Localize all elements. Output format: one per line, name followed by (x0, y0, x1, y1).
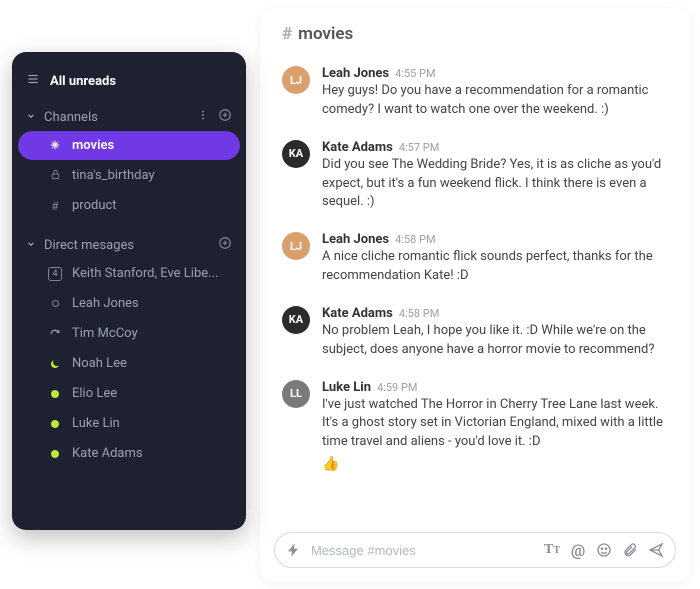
message: LL Luke Lin 4:59 PM I've just watched The H… (282, 374, 668, 487)
message-author[interactable]: Leah Jones (322, 66, 389, 81)
message-time: 4:59 PM (377, 381, 417, 394)
message-author[interactable]: Leah Jones (322, 232, 389, 247)
channel-title: movies (298, 24, 353, 44)
mention-icon[interactable]: @ (569, 541, 587, 559)
attach-icon[interactable] (621, 541, 639, 559)
dm-item[interactable]: Leah Jones (18, 289, 240, 318)
dm-label: Luke Lin (72, 416, 120, 431)
composer[interactable]: TT @ (274, 532, 676, 568)
avatar[interactable]: KA (282, 306, 310, 334)
channel-item-tina-s-birthday[interactable]: tina's_birthday (18, 161, 240, 190)
all-unreads-row[interactable]: All unreads (12, 66, 246, 100)
reaction-thumbs-up[interactable]: 👍 (322, 456, 668, 472)
dm-item[interactable]: Tim McCoy (18, 319, 240, 348)
message: KA Kate Adams 4:57 PM Did you see The Weddi… (282, 134, 668, 227)
list-icon (26, 72, 40, 90)
chat-panel: # movies LJ Leah Jones 4:55 PM Hey guys! Do … (260, 8, 690, 582)
avatar[interactable]: LL (282, 380, 310, 408)
channels-more-icon[interactable] (196, 109, 210, 125)
dm-item[interactable]: Luke Lin (18, 409, 240, 438)
channel-item-movies[interactable]: ✳︎ movies (18, 131, 240, 160)
dm-label: Noah Lee (72, 356, 127, 371)
dm-item[interactable]: Kate Adams (18, 439, 240, 468)
hash-icon: # (48, 199, 62, 213)
composer-input[interactable] (311, 543, 535, 558)
presence-online-icon (51, 390, 59, 398)
message: LJ Leah Jones 4:55 PM Hey guys! Do you have… (282, 60, 668, 134)
dm-count-badge: 4 (48, 267, 62, 281)
dm-section-header[interactable]: Direct mesages (12, 228, 246, 258)
channel-label: movies (72, 138, 114, 153)
dm-item[interactable]: Elio Lee (18, 379, 240, 408)
presence-idle-icon (51, 360, 59, 368)
message-time: 4:58 PM (395, 233, 435, 246)
channels-label: Channels (44, 110, 188, 125)
dm-label: Tim McCoy (72, 326, 138, 341)
presence-away-icon (52, 300, 59, 307)
avatar[interactable]: LJ (282, 232, 310, 260)
dm-item[interactable]: Noah Lee (18, 349, 240, 378)
message: LJ Leah Jones 4:58 PM A nice cliche romanti… (282, 226, 668, 300)
hash-icon: ✳︎ (48, 139, 62, 152)
channel-label: tina's_birthday (72, 168, 155, 183)
message-time: 4:55 PM (395, 67, 435, 80)
message-text: A nice cliche romantic flick sounds perf… (322, 248, 668, 286)
chevron-down-icon (26, 110, 36, 125)
presence-online-icon (51, 450, 59, 458)
chevron-down-icon (26, 238, 36, 253)
message-time: 4:58 PM (399, 307, 439, 320)
message-author[interactable]: Kate Adams (322, 140, 393, 155)
message-text: I've just watched The Horror in Cherry T… (322, 396, 668, 453)
message-author[interactable]: Luke Lin (322, 380, 371, 395)
avatar[interactable]: LJ (282, 66, 310, 94)
channels-section-header[interactable]: Channels (12, 100, 246, 130)
sidebar: All unreads Channels ✳︎ movies tina's_birt… (12, 52, 246, 530)
add-channel-icon[interactable] (218, 108, 232, 126)
dm-label: Elio Lee (72, 386, 117, 401)
message-author[interactable]: Kate Adams (322, 306, 393, 321)
refresh-icon (48, 327, 62, 341)
lightning-icon[interactable] (285, 541, 303, 559)
message-text: Hey guys! Do you have a recommendation f… (322, 82, 668, 120)
dm-item[interactable]: 4 Keith Stanford, Eve Libe... (18, 259, 240, 288)
chat-header: # movies (260, 8, 690, 56)
dm-label: Direct mesages (44, 238, 210, 253)
avatar[interactable]: KA (282, 140, 310, 168)
dm-label: Leah Jones (72, 296, 139, 311)
message: KA Kate Adams 4:58 PM No problem Leah, I ho… (282, 300, 668, 374)
message-list[interactable]: LJ Leah Jones 4:55 PM Hey guys! Do you have… (260, 56, 690, 528)
message-time: 4:57 PM (399, 141, 439, 154)
add-dm-icon[interactable] (218, 236, 232, 254)
dm-label: Kate Adams (72, 446, 143, 461)
channel-item-product[interactable]: # product (18, 191, 240, 220)
format-icon[interactable]: TT (543, 541, 561, 559)
send-icon[interactable] (647, 541, 665, 559)
dm-label: Keith Stanford, Eve Libe... (72, 266, 218, 281)
presence-online-icon (51, 420, 59, 428)
channel-label: product (72, 198, 117, 213)
hash-icon: # (282, 24, 292, 44)
message-text: No problem Leah, I hope you like it. :D … (322, 322, 668, 360)
message-text: Did you see The Wedding Bride? Yes, it i… (322, 156, 668, 213)
all-unreads-label: All unreads (50, 74, 116, 89)
emoji-icon[interactable] (595, 541, 613, 559)
lock-icon (48, 169, 62, 183)
